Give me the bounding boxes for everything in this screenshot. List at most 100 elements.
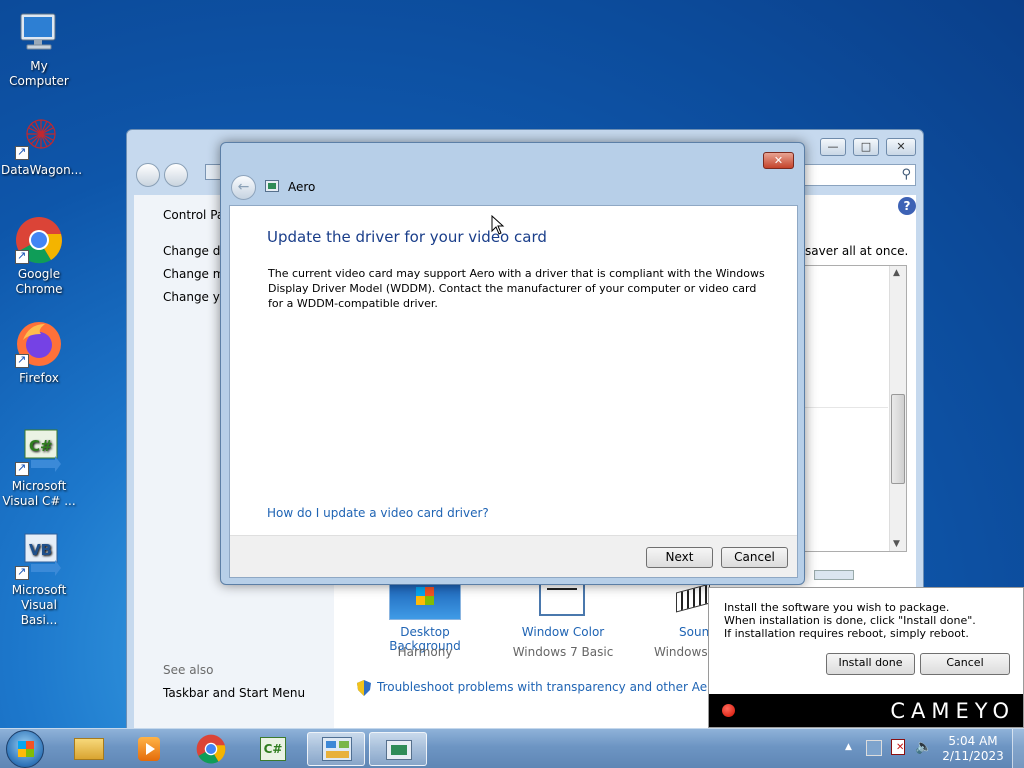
show-desktop-button[interactable] (1012, 729, 1024, 768)
aero-troubleshooter-icon (386, 740, 412, 760)
desktop-icon-label: Microsoft Visual Basi... (11, 583, 67, 627)
install-done-button[interactable]: Install done (826, 653, 915, 675)
troubleshoot-aero-link[interactable]: Troubleshoot problems with transparency … (377, 680, 710, 694)
chrome-icon (196, 734, 226, 764)
taskbar-control-panel[interactable] (307, 732, 365, 766)
aero-title-icon (265, 180, 279, 192)
shortcut-arrow-icon (15, 144, 29, 160)
folder-icon (74, 738, 104, 760)
taskbar-media-player[interactable] (120, 732, 178, 766)
next-button[interactable]: Next (646, 547, 713, 568)
change-desktop-icons-link[interactable]: Change de (163, 244, 228, 258)
shortcut-arrow-icon (15, 248, 29, 264)
svg-text:VB: VB (29, 541, 52, 559)
taskbar-start-menu-link[interactable]: Taskbar and Start Menu (163, 686, 305, 700)
clock-date: 2/11/2023 (942, 749, 1004, 763)
volume-icon[interactable]: 🔈 (915, 739, 932, 755)
desktop-icon-my-computer[interactable]: My Computer (1, 8, 77, 89)
show-hidden-icons-chevron-icon[interactable]: ▲ (845, 742, 852, 752)
svg-text:C#: C# (29, 437, 53, 455)
cameyo-cancel-button[interactable]: Cancel (920, 653, 1010, 675)
shortcut-arrow-icon (15, 460, 29, 476)
scrollbar-thumb[interactable] (891, 394, 905, 484)
cameyo-instruction-2: When installation is done, click "Instal… (724, 614, 976, 627)
visual-basic-icon: VB (15, 532, 63, 580)
control-panel-icon (322, 737, 352, 761)
cameyo-packager-popup: Install the software you wish to package… (708, 587, 1024, 728)
desktop-icon-label: My Computer (9, 59, 69, 88)
desktop-background-thumbnail[interactable] (389, 580, 461, 620)
network-icon[interactable] (866, 740, 882, 756)
cameyo-brand-bar: CAMEYO (709, 694, 1023, 727)
control-panel-home-link[interactable]: Control Pa (163, 208, 224, 222)
taskbar: C# ▲ ✕ 🔈 5:04 AM 2/11/2023 (0, 728, 1024, 768)
clock[interactable]: 5:04 AM 2/11/2023 (940, 734, 1006, 764)
action-center-flag-icon[interactable]: ✕ (891, 739, 905, 755)
forward-arrow-icon[interactable] (164, 163, 188, 187)
chrome-icon (15, 216, 63, 264)
vertical-scrollbar[interactable]: ▲ ▼ (889, 266, 906, 551)
screen-saver-icon[interactable] (814, 570, 854, 580)
maximize-button[interactable]: □ (853, 138, 879, 156)
visual-csharp-icon: C# (260, 737, 286, 761)
dialog-title: Aero (288, 180, 316, 194)
scroll-up-icon[interactable]: ▲ (893, 268, 900, 278)
shortcut-arrow-icon (15, 564, 29, 580)
window-color-link[interactable]: Window Color (510, 625, 616, 639)
firefox-icon (15, 320, 63, 368)
sounds-value: Windows D (654, 645, 709, 659)
themes-list[interactable]: ▲ ▼ (803, 265, 907, 552)
mouse-cursor-icon (491, 214, 505, 238)
taskbar-chrome[interactable] (182, 732, 240, 766)
desktop-icon-label: Microsoft Visual C# ... (2, 479, 76, 508)
minimize-button[interactable]: — (820, 138, 846, 156)
back-arrow-icon[interactable] (136, 163, 160, 187)
desktop-background-value: Harmony (397, 645, 453, 659)
see-also-heading: See also (163, 663, 214, 677)
cameyo-logo: CAMEYO (890, 699, 1015, 723)
desktop-icon-visual-basic[interactable]: VB Microsoft Visual Basi... (1, 532, 77, 628)
taskbar-visual-csharp[interactable]: C# (244, 732, 302, 766)
address-bar[interactable] (205, 164, 221, 180)
shield-icon (357, 680, 371, 696)
desktop-icon-label: Firefox (19, 371, 59, 385)
dialog-footer: Next Cancel (230, 535, 797, 577)
desktop-icon-label: Google Chrome (15, 267, 63, 296)
search-icon: ⚲ (901, 167, 911, 182)
change-account-picture-link[interactable]: Change yo (163, 290, 227, 304)
clock-time: 5:04 AM (948, 734, 998, 748)
search-input[interactable]: ⚲ (803, 164, 916, 186)
cameyo-instruction-3: If installation requires reboot, simply … (724, 627, 969, 640)
aero-troubleshooter-dialog: ✕ ← Aero Update the driver for your vide… (220, 142, 805, 585)
window-color-value: Windows 7 Basic (512, 645, 614, 659)
cancel-button[interactable]: Cancel (721, 547, 788, 568)
dialog-back-button[interactable]: ← (231, 175, 256, 200)
desktop-icon-google-chrome[interactable]: Google Chrome (1, 216, 77, 297)
window-color-icon[interactable] (539, 580, 585, 616)
help-icon[interactable]: ? (898, 197, 916, 215)
shortcut-arrow-icon (15, 352, 29, 368)
desktop-icon-visual-csharp[interactable]: C# Microsoft Visual C# ... (1, 428, 77, 509)
dialog-body-text: The current video card may support Aero … (268, 267, 765, 310)
scroll-down-icon[interactable]: ▼ (893, 539, 900, 549)
start-button[interactable] (6, 730, 44, 768)
taskbar-explorer[interactable] (60, 732, 118, 766)
sounds-link[interactable]: Sound (679, 625, 711, 639)
computer-icon (15, 8, 63, 56)
theme-description: saver all at once. (805, 244, 909, 258)
close-button[interactable]: ✕ (886, 138, 916, 156)
desktop-icon-label: DataWagon... (1, 163, 83, 177)
datawagon-icon (15, 112, 63, 160)
media-player-icon (138, 737, 160, 761)
taskbar-aero-troubleshooter[interactable] (369, 732, 427, 766)
dialog-close-button[interactable]: ✕ (763, 152, 794, 169)
update-driver-help-link[interactable]: How do I update a video card driver? (267, 506, 489, 520)
windows-logo-icon (416, 587, 434, 605)
desktop-icon-datawagon[interactable]: DataWagon... (1, 112, 83, 178)
windows-logo-icon (18, 741, 34, 757)
visual-csharp-icon: C# (15, 428, 63, 476)
desktop-icon-firefox[interactable]: Firefox (1, 320, 77, 386)
dialog-panel: Update the driver for your video card Th… (229, 205, 798, 578)
record-icon (722, 704, 735, 717)
cameyo-instruction-1: Install the software you wish to package… (724, 601, 950, 614)
